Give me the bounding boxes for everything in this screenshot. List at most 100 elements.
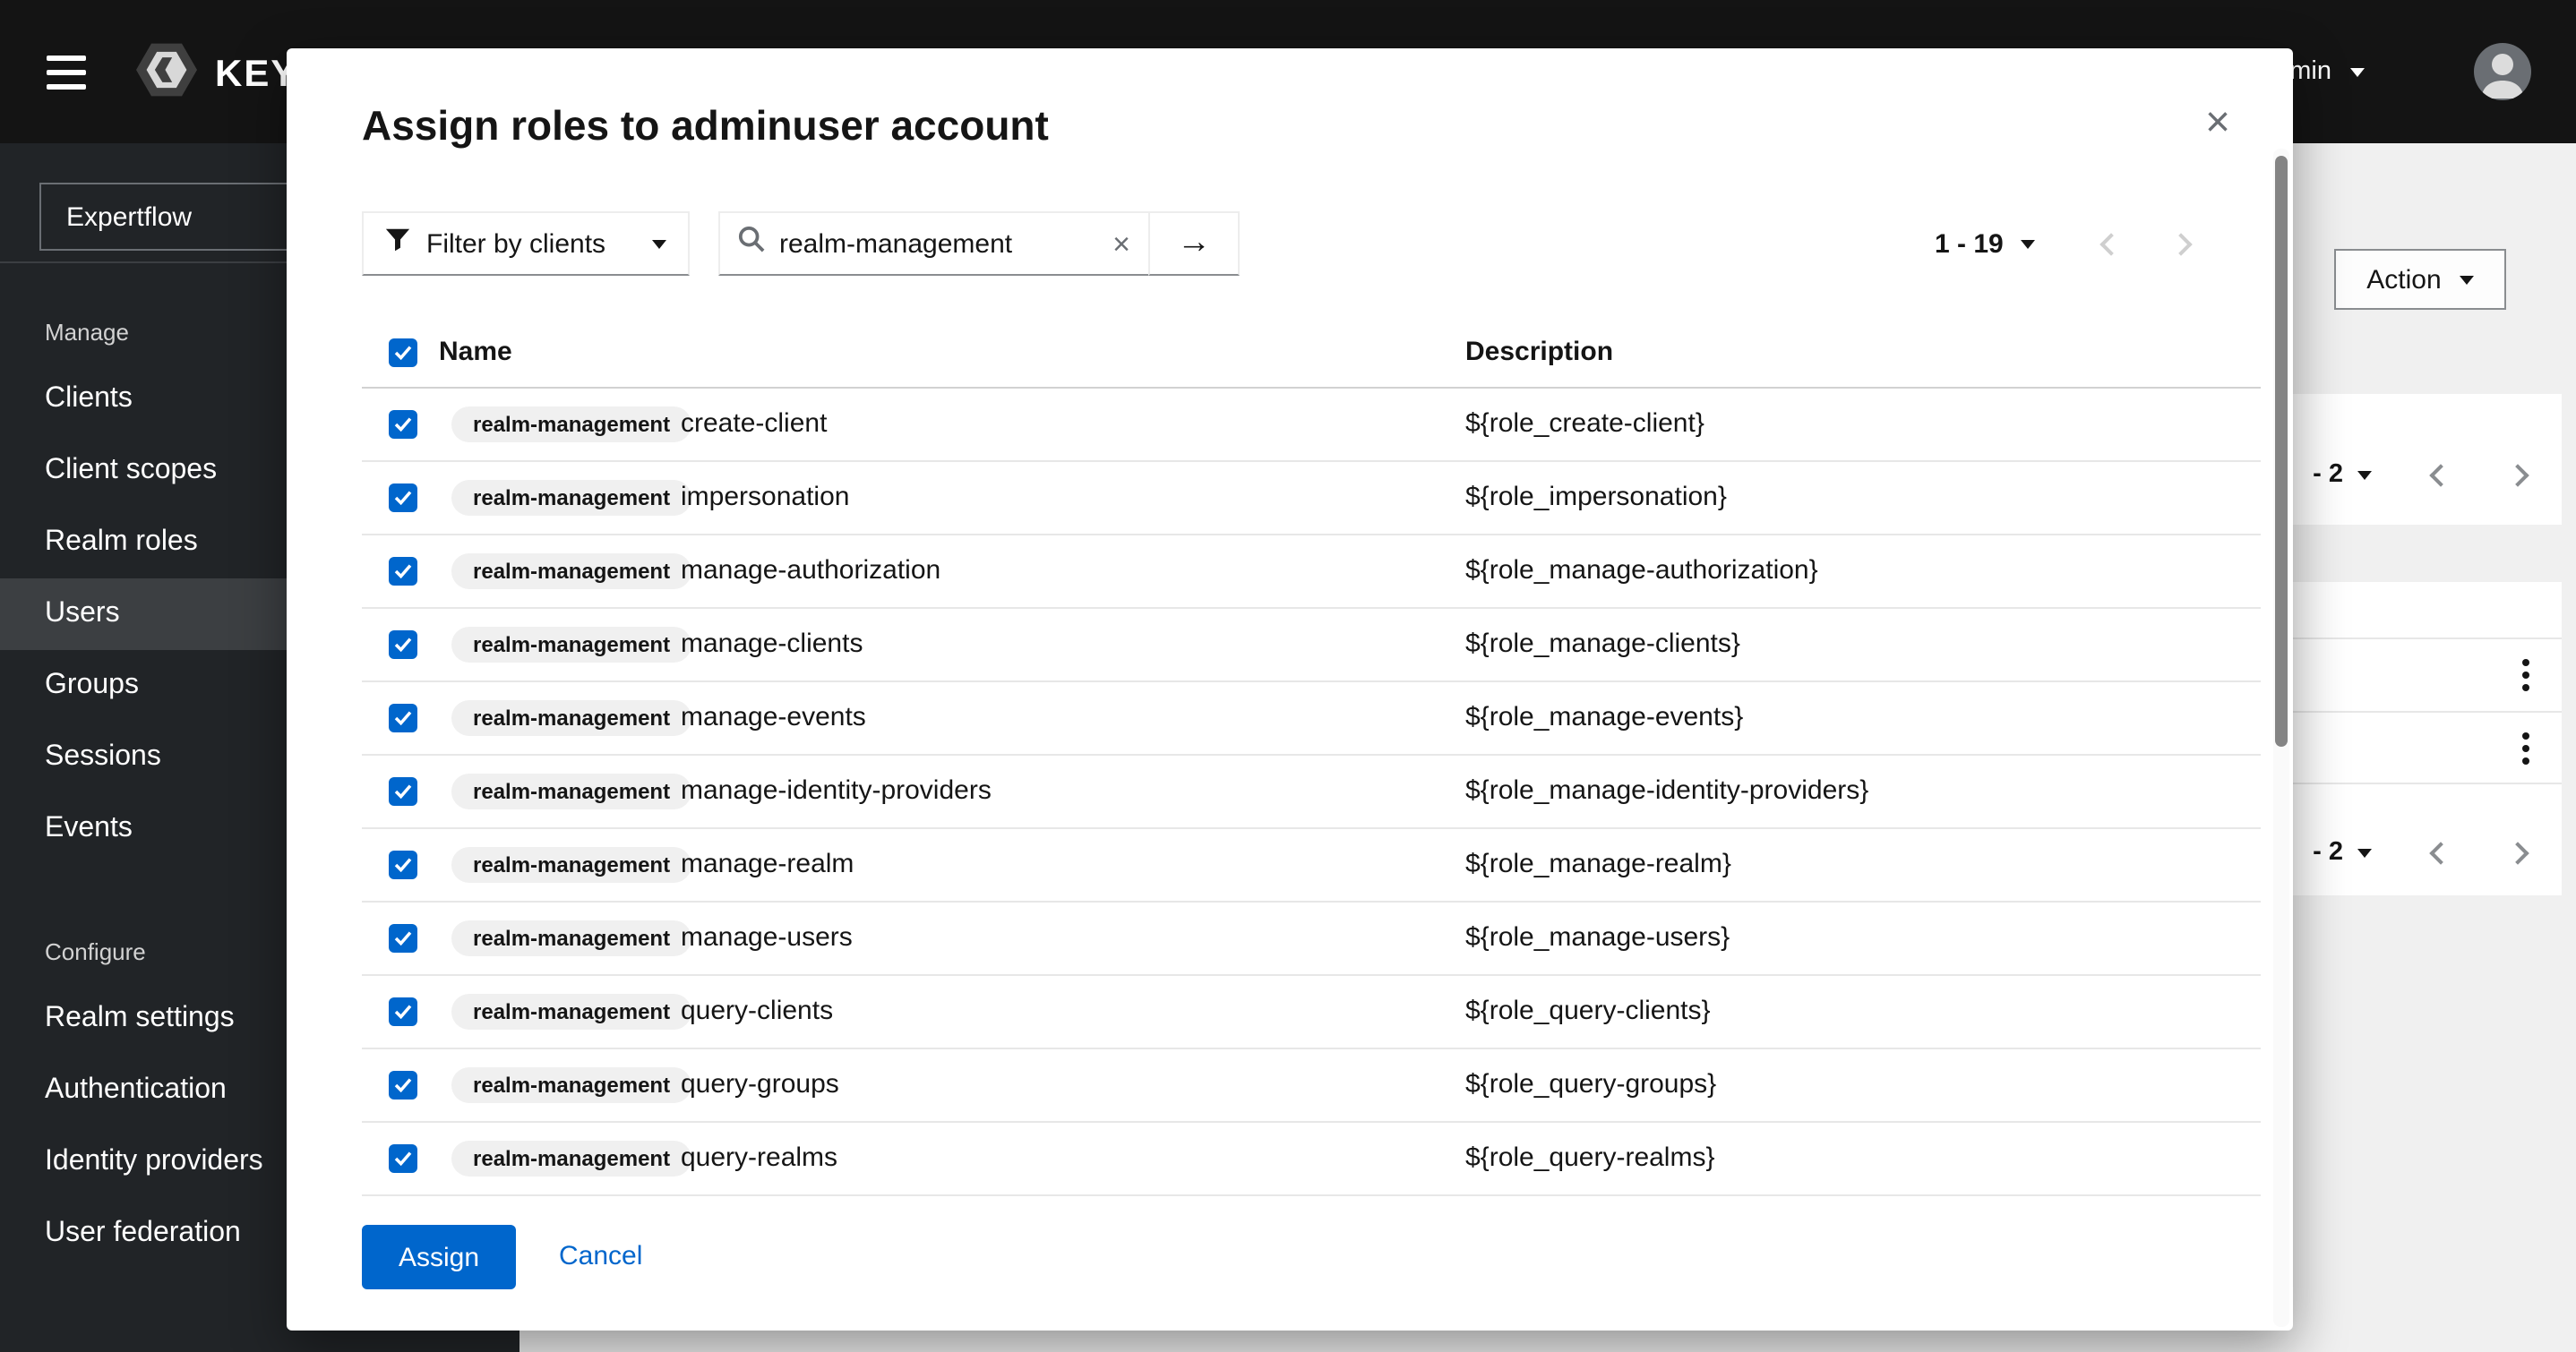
row-checkbox-checked[interactable]: [389, 1144, 417, 1173]
caret-down-icon: [2357, 470, 2372, 479]
realm-name: Expertflow: [66, 201, 192, 232]
role-description: ${role_manage-events}: [1465, 702, 1743, 732]
row-checkbox-checked[interactable]: [389, 557, 417, 586]
role-description: ${role_query-realms}: [1465, 1142, 1715, 1173]
cancel-button[interactable]: Cancel: [559, 1241, 642, 1271]
role-name: query-clients: [681, 996, 833, 1026]
scrollbar-thumb[interactable]: [2275, 156, 2288, 747]
action-dropdown-button[interactable]: Action: [2334, 249, 2506, 310]
pagination-range[interactable]: 1 - 19: [1935, 228, 2004, 259]
chevron-left-icon[interactable]: [2429, 463, 2451, 485]
role-name: impersonation: [681, 482, 849, 512]
pagination-range[interactable]: - 2: [2313, 838, 2343, 867]
check-icon: [394, 491, 412, 505]
check-icon: [394, 931, 412, 946]
check-icon: [394, 417, 412, 432]
chevron-right-icon: [2170, 232, 2193, 254]
role-name: query-realms: [681, 1142, 837, 1173]
filter-icon: [385, 227, 410, 260]
role-badge: realm-management: [451, 920, 691, 956]
table-row: realm-management manage-clients ${role_m…: [362, 609, 2261, 682]
keycloak-logo-icon: [136, 43, 197, 106]
assign-roles-modal: Assign roles to adminuser account × Filt…: [287, 48, 2293, 1331]
table-row: realm-management manage-authorization ${…: [362, 535, 2261, 609]
table-row: realm-management manage-events ${role_ma…: [362, 682, 2261, 756]
role-badge: realm-management: [451, 627, 691, 663]
modal-scrollbar[interactable]: [2273, 149, 2289, 1327]
role-badge: realm-management: [451, 1141, 691, 1177]
roles-table-body: realm-management create-client ${role_cr…: [287, 389, 2293, 1196]
table-row: realm-management manage-users ${role_man…: [362, 903, 2261, 976]
caret-down-icon: [2460, 275, 2474, 284]
column-header-name[interactable]: Name: [439, 337, 512, 367]
role-description: ${role_manage-users}: [1465, 922, 1730, 953]
row-checkbox-checked[interactable]: [389, 704, 417, 732]
kebab-menu-icon: [2504, 659, 2547, 691]
search-submit-button[interactable]: →: [1148, 211, 1240, 276]
table-row: realm-management manage-identity-provide…: [362, 756, 2261, 829]
search-input[interactable]: [779, 228, 1098, 259]
role-description: ${role_impersonation}: [1465, 482, 1727, 512]
avatar[interactable]: [2474, 43, 2531, 100]
chevron-left-icon[interactable]: [2429, 841, 2451, 863]
row-checkbox-checked[interactable]: [389, 630, 417, 659]
role-badge: realm-management: [451, 700, 691, 736]
role-description: ${role_manage-identity-providers}: [1465, 775, 1868, 806]
close-icon[interactable]: ×: [2189, 95, 2246, 152]
role-name: query-groups: [681, 1069, 839, 1100]
table-row: realm-management query-groups ${role_que…: [362, 1049, 2261, 1123]
roles-table-header: Name Description: [362, 317, 2261, 389]
filter-by-clients-dropdown[interactable]: Filter by clients: [362, 211, 690, 276]
background-pagination-bottom: - 2: [2313, 838, 2526, 867]
column-header-description[interactable]: Description: [1465, 337, 1613, 367]
role-name: manage-events: [681, 702, 866, 732]
role-description: ${role_query-clients}: [1465, 996, 1711, 1026]
chevron-right-icon[interactable]: [2506, 463, 2529, 485]
role-name: manage-users: [681, 922, 853, 953]
search-icon: [738, 226, 765, 261]
check-icon: [394, 784, 412, 799]
role-badge: realm-management: [451, 553, 691, 589]
sidebar-toggle-button[interactable]: [47, 50, 90, 93]
role-badge: realm-management: [451, 994, 691, 1030]
modal-title: Assign roles to adminuser account: [362, 102, 1049, 150]
role-name: manage-authorization: [681, 555, 940, 586]
row-actions-kebab[interactable]: [2504, 727, 2547, 770]
user-avatar-icon: [2474, 43, 2531, 100]
check-icon: [394, 564, 412, 578]
row-checkbox-checked[interactable]: [389, 924, 417, 953]
table-row: realm-management impersonation ${role_im…: [362, 462, 2261, 535]
caret-down-icon[interactable]: [2022, 239, 2036, 248]
row-checkbox-checked[interactable]: [389, 851, 417, 879]
kebab-menu-icon: [2504, 732, 2547, 765]
table-row: realm-management create-client ${role_cr…: [362, 389, 2261, 462]
check-icon: [394, 346, 412, 360]
caret-down-icon: [652, 239, 666, 248]
row-checkbox-checked[interactable]: [389, 1071, 417, 1100]
row-checkbox-checked[interactable]: [389, 483, 417, 512]
clear-search-icon[interactable]: ×: [1112, 228, 1130, 259]
next-page-button[interactable]: [2174, 230, 2190, 257]
select-all-checkbox[interactable]: [389, 338, 417, 367]
assign-button[interactable]: Assign: [362, 1225, 516, 1289]
chevron-right-icon[interactable]: [2506, 841, 2529, 863]
row-checkbox-checked[interactable]: [389, 410, 417, 439]
role-name: manage-clients: [681, 629, 863, 659]
role-name: manage-identity-providers: [681, 775, 992, 806]
prev-page-button[interactable]: [2104, 230, 2120, 257]
modal-pagination: 1 - 19: [1935, 211, 2190, 276]
check-icon: [394, 1005, 412, 1019]
row-checkbox-checked[interactable]: [389, 997, 417, 1026]
check-icon: [394, 711, 412, 725]
check-icon: [394, 637, 412, 652]
role-badge: realm-management: [451, 480, 691, 516]
row-checkbox-checked[interactable]: [389, 777, 417, 806]
role-description: ${role_create-client}: [1465, 408, 1704, 439]
arrow-right-icon: →: [1177, 224, 1211, 261]
row-actions-kebab[interactable]: [2504, 654, 2547, 697]
pagination-range[interactable]: - 2: [2313, 460, 2343, 489]
keycloak-admin-console: KEYCLOAK admin Expertflow Manage Clients…: [0, 0, 2576, 1352]
table-row: realm-management manage-realm ${role_man…: [362, 829, 2261, 903]
role-description: ${role_query-groups}: [1465, 1069, 1716, 1100]
search-box: ×: [718, 211, 1150, 276]
